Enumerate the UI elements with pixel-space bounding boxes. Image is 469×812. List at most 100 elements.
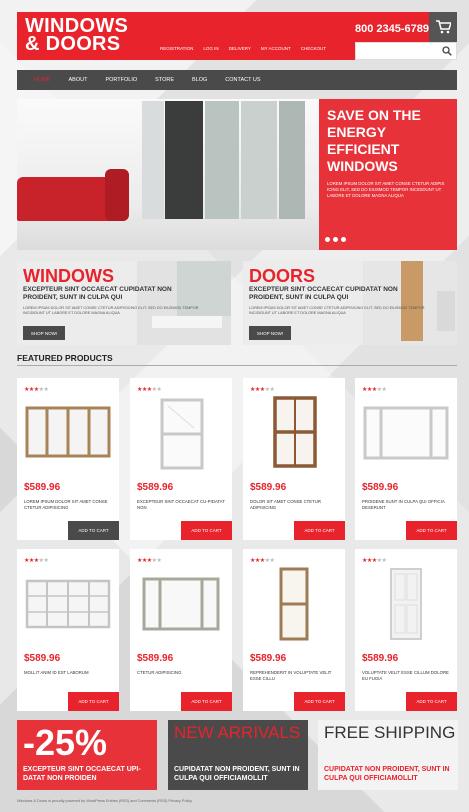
logo-line2: & DOORS	[25, 33, 121, 55]
top-link-checkout[interactable]: Checkout	[301, 46, 326, 51]
doors-banner-image	[363, 261, 457, 345]
slider-dot[interactable]	[333, 237, 338, 242]
shop-now-button[interactable]: SHOP NOW!	[23, 326, 65, 340]
rating-stars: ★★★★★	[137, 387, 162, 393]
product-price: $589.96	[24, 653, 61, 664]
top-links: Registration Log in Delivery My account …	[160, 46, 326, 51]
nav-contact-us[interactable]: Contact us	[216, 70, 269, 90]
phone-number: 800 2345-6789	[355, 23, 430, 35]
add-to-cart-button[interactable]: ADD TO CART	[406, 521, 457, 540]
product-price: $589.96	[362, 482, 399, 493]
product-card[interactable]: ★★★★★ $589.96 CTETUR ADIPISICING ADD TO …	[130, 549, 232, 711]
divider	[17, 365, 457, 366]
product-card[interactable]: ★★★★★ $589.96 PROIDENE SUNT IN CULPA QUI…	[355, 378, 457, 540]
promo-title: NEW ARRIVALS	[174, 723, 301, 742]
top-link-my-account[interactable]: My account	[261, 46, 291, 51]
white-bay-window-icon	[363, 406, 449, 460]
slider-dot[interactable]	[341, 237, 346, 242]
product-desc[interactable]: PROIDENE SUNT IN CULPA QUI OFFICIA DESER…	[362, 499, 450, 511]
main-nav: Home About Portfolio Store Blog Contact …	[17, 70, 457, 90]
add-to-cart-button[interactable]: ADD TO CART	[181, 692, 232, 711]
promo-subtitle: CUPIDATAT NON PROIDENT, SUNT IN CULPA QU…	[174, 766, 300, 782]
banner-doors: DOORS EXCEPTEUR SINT OCCAECAT CUPIDATAT …	[243, 261, 457, 345]
nav-home[interactable]: Home	[25, 70, 60, 90]
add-to-cart-button[interactable]: ADD TO CART	[181, 521, 232, 540]
cart-icon	[436, 20, 451, 34]
hero-image	[17, 99, 319, 250]
add-to-cart-button[interactable]: ADD TO CART	[68, 521, 119, 540]
nav-store[interactable]: Store	[146, 70, 183, 90]
rating-stars: ★★★★★	[250, 387, 275, 393]
product-card[interactable]: ★★★★★ $589.96 EXCEPTEUR SINT OCCAECAT CU…	[130, 378, 232, 540]
product-card[interactable]: ★★★★★ $589.96 MOLLIT ANIM ID EST LABORUM…	[17, 549, 119, 711]
product-price: $589.96	[250, 653, 287, 664]
search-input[interactable]	[355, 42, 457, 60]
add-to-cart-button[interactable]: ADD TO CART	[68, 692, 119, 711]
rating-stars: ★★★★★	[137, 558, 162, 564]
slider-dots	[325, 237, 346, 242]
product-desc[interactable]: EXCEPTEUR SINT OCCAECAT CU-PIDATAT NON	[137, 499, 225, 511]
rating-stars: ★★★★★	[24, 387, 49, 393]
nav-portfolio[interactable]: Portfolio	[96, 70, 146, 90]
add-to-cart-button[interactable]: ADD TO CART	[294, 521, 345, 540]
white-door-icon	[390, 568, 422, 640]
product-desc[interactable]: REPREHENDERIT IN VOLUPTATE VELIT ESSE CI…	[250, 670, 338, 682]
product-card[interactable]: ★★★★★ $589.96 REPREHENDERIT IN VOLUPTATE…	[243, 549, 345, 711]
product-price: $589.96	[137, 482, 174, 493]
banner-title: DOORS	[249, 266, 316, 286]
header: WINDOWS & DOORS Registration Log in Deli…	[17, 12, 457, 60]
add-to-cart-button[interactable]: ADD TO CART	[294, 692, 345, 711]
promo-new-arrivals[interactable]: NEW ARRIVALS CUPIDATAT NON PROIDENT, SUN…	[168, 720, 308, 790]
cart-button[interactable]	[429, 12, 457, 42]
door-frame-icon	[279, 567, 309, 641]
product-desc[interactable]: CTETUR ADIPISICING	[137, 670, 225, 676]
top-link-registration[interactable]: Registration	[160, 46, 193, 51]
promo-subtitle: CUPIDATAT NON PROIDENT, SUNT IN CULPA QU…	[324, 766, 450, 782]
rating-stars: ★★★★★	[362, 387, 387, 393]
slider-dot[interactable]	[325, 237, 330, 242]
product-price: $589.96	[250, 482, 287, 493]
hero-slider[interactable]: SAVE ON THE ENERGY EFFICIENT WINDOWS LOR…	[17, 99, 457, 250]
nav-blog[interactable]: Blog	[183, 70, 216, 90]
top-link-login[interactable]: Log in	[203, 46, 218, 51]
product-desc[interactable]: LOREM IPSUM DOLOR SIT AMET CONSE CTETUR …	[24, 499, 112, 511]
promo-free-shipping[interactable]: FREE SHIPPING CUPIDATAT NON PROIDENT, SU…	[318, 720, 458, 790]
hero-title: SAVE ON THE ENERGY EFFICIENT WINDOWS	[327, 107, 421, 174]
product-card[interactable]: ★★★★★ $589.96 DOLOR SIT AMET CONSE CTETU…	[243, 378, 345, 540]
promo-discount-value: -25%	[23, 722, 108, 763]
shop-now-button[interactable]: SHOP NOW!	[249, 326, 291, 340]
product-price: $589.96	[24, 482, 61, 493]
rating-stars: ★★★★★	[250, 558, 275, 564]
angled-bay-window-icon	[142, 577, 220, 631]
logo[interactable]: WINDOWS & DOORS	[25, 16, 128, 55]
promo-discount[interactable]: -25% EXCEPTEUR SINT OCCAECAT UPI-DATAT N…	[17, 720, 157, 790]
grid-window-icon	[25, 579, 111, 629]
product-desc[interactable]: MOLLIT ANIM ID EST LABORUM	[24, 670, 112, 676]
product-desc[interactable]: DOLOR SIT AMET CONSE CTETUR ADIPISICING	[250, 499, 338, 511]
rating-stars: ★★★★★	[362, 558, 387, 564]
sash-window-icon	[160, 398, 204, 470]
banner-subtitle: EXCEPTEUR SINT OCCAECAT CUPIDATAT NON PR…	[23, 286, 172, 301]
top-link-delivery[interactable]: Delivery	[229, 46, 251, 51]
search-icon[interactable]	[442, 46, 452, 56]
promo-subtitle: EXCEPTEUR SINT OCCAECAT UPI-DATAT NON PR…	[23, 766, 141, 782]
add-to-cart-button[interactable]: ADD TO CART	[406, 692, 457, 711]
product-card[interactable]: ★★★★★ $589.96 LOREM IPSUM DOLOR SIT AMET…	[17, 378, 119, 540]
featured-products-title: FEATURED PRODUCTS	[17, 353, 113, 363]
banner-text: LOREM IPSUM DOLOR SIT AMET CONSE CTETUR …	[23, 306, 199, 315]
hero-text: LOREM IPSUM DOLOR SIT AMET CONSE CTETUR …	[327, 181, 445, 198]
banner-windows: WINDOWS EXCEPTEUR SINT OCCAECAT CUPIDATA…	[17, 261, 231, 345]
footer-text: Windows & Doors is proudly powered by Wo…	[17, 799, 193, 803]
banner-subtitle: EXCEPTEUR SINT OCCAECAT CUPIDATAT NON PR…	[249, 286, 398, 301]
banner-text: LOREM IPSUM DOLOR SIT AMET CONSE CTETUR …	[249, 306, 425, 315]
rating-stars: ★★★★★	[24, 558, 49, 564]
product-card[interactable]: ★★★★★ $589.96 VOLUPTATE VELIT ESSE CILLU…	[355, 549, 457, 711]
nav-about[interactable]: About	[60, 70, 97, 90]
promo-title: FREE SHIPPING	[324, 723, 456, 742]
windows-banner-image	[137, 261, 231, 345]
product-price: $589.96	[137, 653, 174, 664]
hero-promo: SAVE ON THE ENERGY EFFICIENT WINDOWS LOR…	[319, 99, 457, 250]
product-desc[interactable]: VOLUPTATE VELIT ESSE CILLUM DOLORE EU FU…	[362, 670, 450, 682]
banner-title: WINDOWS	[23, 266, 114, 286]
bay-window-icon	[25, 406, 111, 458]
